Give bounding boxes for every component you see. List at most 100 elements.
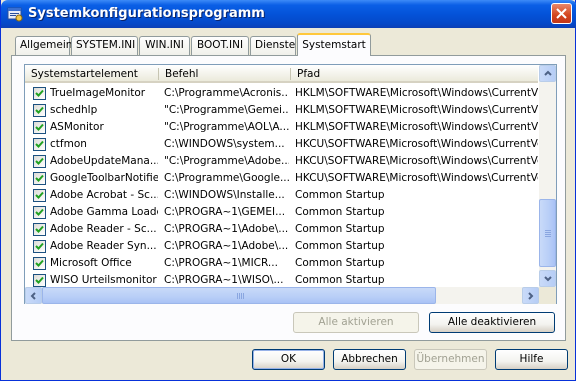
scroll-left-button[interactable] bbox=[25, 287, 42, 304]
close-icon bbox=[556, 8, 567, 19]
enable-checkbox[interactable] bbox=[33, 138, 46, 151]
tab-system-ini[interactable]: SYSTEM.INI bbox=[71, 36, 138, 55]
startup-item-name: AdobeUpdateMana... bbox=[50, 155, 158, 167]
title-bar[interactable]: Systemkonfigurationsprogramm bbox=[1, 0, 576, 28]
list-rows: TrueImageMonitor C:\Programme\Acronis...… bbox=[25, 85, 538, 287]
startup-item-name: Adobe Reader - Sc... bbox=[50, 223, 157, 235]
window-title: Systemkonfigurationsprogramm bbox=[28, 6, 265, 21]
startup-item-path: Common Startup bbox=[295, 223, 385, 235]
check-icon bbox=[35, 157, 44, 165]
enable-checkbox[interactable] bbox=[33, 223, 46, 236]
scroll-right-button[interactable] bbox=[522, 287, 539, 304]
cancel-button[interactable]: Abbrechen bbox=[333, 349, 406, 370]
startup-item-name: Adobe Acrobat - Sc... bbox=[50, 189, 158, 201]
startup-item-path: HKCU\SOFTWARE\Microsoft\Windows\CurrentV… bbox=[295, 138, 538, 150]
startup-item-name: TrueImageMonitor bbox=[50, 87, 146, 99]
help-button[interactable]: Hilfe bbox=[495, 349, 568, 370]
scroll-down-button[interactable] bbox=[539, 270, 556, 287]
chevron-left-icon bbox=[30, 292, 36, 300]
enable-checkbox[interactable] bbox=[33, 172, 46, 185]
check-icon bbox=[35, 123, 44, 131]
column-header-item[interactable]: Systemstartelement bbox=[25, 65, 158, 82]
enable-checkbox[interactable] bbox=[33, 104, 46, 117]
check-icon bbox=[35, 106, 44, 114]
startup-item-path: Common Startup bbox=[295, 189, 385, 201]
list-item[interactable]: AdobeUpdateMana... "C:\Programme\Adobe..… bbox=[25, 153, 538, 170]
chevron-down-icon bbox=[544, 276, 552, 282]
enable-checkbox[interactable] bbox=[33, 257, 46, 270]
enable-checkbox[interactable] bbox=[33, 274, 46, 287]
chevron-right-icon bbox=[528, 292, 534, 300]
startup-item-command: C:\Programme\Acronis... bbox=[164, 87, 289, 99]
list-item[interactable]: TrueImageMonitor C:\Programme\Acronis...… bbox=[25, 85, 538, 102]
startup-item-name: Adobe Gamma Loader bbox=[50, 206, 158, 218]
enable-checkbox[interactable] bbox=[33, 155, 46, 168]
startup-item-command: C:\PROGRA~1\GEMEI... bbox=[164, 206, 286, 218]
tab-boot-ini[interactable]: BOOT.INI bbox=[191, 36, 249, 55]
tab-dienste[interactable]: Dienste bbox=[250, 36, 296, 55]
check-icon bbox=[35, 225, 44, 233]
close-button[interactable] bbox=[551, 3, 572, 24]
vertical-scrollbar[interactable] bbox=[539, 65, 556, 287]
enable-all-button[interactable]: Alle aktivieren bbox=[293, 312, 419, 333]
tab-systemstart[interactable]: Systemstart bbox=[297, 33, 371, 56]
list-item[interactable]: ASMonitor "C:\Programme\AOL\A... HKLM\SO… bbox=[25, 119, 538, 136]
msconfig-icon bbox=[7, 7, 23, 22]
startup-item-command: C:\Programme\Google... bbox=[164, 172, 289, 184]
horizontal-scrollbar[interactable] bbox=[25, 287, 539, 304]
startup-list[interactable]: Systemstartelement Befehl Pfad TrueImage… bbox=[24, 64, 557, 304]
enable-checkbox[interactable] bbox=[33, 189, 46, 202]
startup-item-command: C:\PROGRA~1\WISO\... bbox=[164, 274, 284, 286]
list-item[interactable]: ctfmon C:\WINDOWS\system... HKCU\SOFTWAR… bbox=[25, 136, 538, 153]
startup-item-path: Common Startup bbox=[295, 274, 385, 286]
scroll-up-button[interactable] bbox=[539, 65, 556, 82]
ok-button[interactable]: OK bbox=[252, 349, 325, 370]
startup-item-path: Common Startup bbox=[295, 240, 385, 252]
startup-item-name: ASMonitor bbox=[50, 121, 104, 133]
startup-item-path: HKLM\SOFTWARE\Microsoft\Windows\CurrentV… bbox=[295, 104, 538, 116]
startup-item-command: "C:\Programme\Adobe... bbox=[164, 155, 289, 167]
list-header: Systemstartelement Befehl Pfad bbox=[25, 65, 538, 83]
startup-item-name: Microsoft Office bbox=[50, 257, 132, 269]
list-item[interactable]: Microsoft Office C:\PROGRA~1\MICR... Com… bbox=[25, 255, 538, 272]
enable-checkbox[interactable] bbox=[33, 121, 46, 134]
tab-allgemein[interactable]: Allgemein bbox=[15, 36, 72, 55]
list-item[interactable]: Adobe Reader Syn... C:\PROGRA~1\Adobe\..… bbox=[25, 238, 538, 255]
column-header-path[interactable]: Pfad bbox=[291, 65, 538, 82]
apply-button[interactable]: Übernehmen bbox=[414, 349, 487, 370]
startup-item-name: ctfmon bbox=[50, 138, 87, 150]
list-item[interactable]: Adobe Reader - Sc... C:\PROGRA~1\Adobe\.… bbox=[25, 221, 538, 238]
check-icon bbox=[35, 208, 44, 216]
startup-item-path: HKLM\SOFTWARE\Microsoft\Windows\CurrentV… bbox=[295, 87, 538, 99]
startup-item-command: C:\PROGRA~1\Adobe\... bbox=[164, 240, 289, 252]
check-icon bbox=[35, 140, 44, 148]
check-icon bbox=[35, 276, 44, 284]
disable-all-button[interactable]: Alle deaktivieren bbox=[429, 312, 555, 333]
enable-checkbox[interactable] bbox=[33, 87, 46, 100]
check-icon bbox=[35, 191, 44, 199]
column-header-command[interactable]: Befehl bbox=[159, 65, 290, 82]
check-icon bbox=[35, 242, 44, 250]
startup-item-path: Common Startup bbox=[295, 257, 385, 269]
list-item[interactable]: Adobe Gamma Loader C:\PROGRA~1\GEMEI... … bbox=[25, 204, 538, 221]
startup-item-command: C:\WINDOWS\system... bbox=[164, 138, 285, 150]
list-item[interactable]: WISO Urteilsmonitor C:\PROGRA~1\WISO\...… bbox=[25, 272, 538, 287]
tab-win-ini[interactable]: WIN.INI bbox=[139, 36, 190, 55]
list-item[interactable]: schedhlp "C:\Programme\Gemei... HKLM\SOF… bbox=[25, 102, 538, 119]
scrollbar-corner bbox=[539, 287, 556, 304]
startup-item-name: schedhlp bbox=[50, 104, 98, 116]
startup-item-command: "C:\Programme\Gemei... bbox=[164, 104, 289, 116]
list-item[interactable]: Adobe Acrobat - Sc... C:\WINDOWS\Install… bbox=[25, 187, 538, 204]
check-icon bbox=[35, 89, 44, 97]
vertical-scroll-thumb[interactable] bbox=[539, 199, 556, 267]
startup-item-name: WISO Urteilsmonitor bbox=[50, 274, 157, 286]
startup-item-name: Adobe Reader Syn... bbox=[50, 240, 157, 252]
startup-item-path: HKCU\SOFTWARE\Microsoft\Windows\CurrentV… bbox=[295, 172, 538, 184]
horizontal-scroll-thumb[interactable] bbox=[42, 287, 436, 304]
list-item[interactable]: GoogleToolbarNotifier C:\Programme\Googl… bbox=[25, 170, 538, 187]
check-icon bbox=[35, 174, 44, 182]
startup-item-command: C:\PROGRA~1\MICR... bbox=[164, 257, 278, 269]
enable-checkbox[interactable] bbox=[33, 240, 46, 253]
enable-checkbox[interactable] bbox=[33, 206, 46, 219]
startup-item-command: "C:\Programme\AOL\A... bbox=[164, 121, 289, 133]
